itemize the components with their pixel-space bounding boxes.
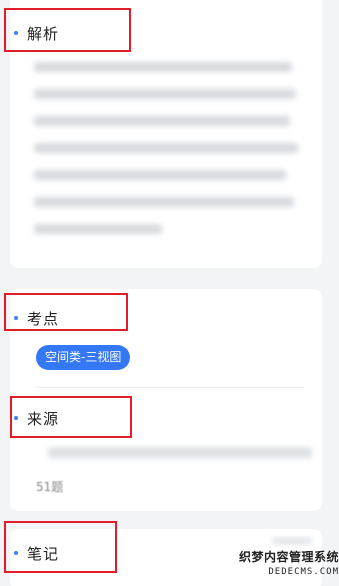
question-detail-page: 解析 考点 空间类-三视图 来源 51题 笔记 织梦内容管理系统 DEDECMS… <box>0 0 339 586</box>
notes-action-blurred[interactable] <box>272 537 312 545</box>
highlight-box <box>4 293 128 331</box>
exam-point-tag[interactable]: 空间类-三视图 <box>36 345 131 370</box>
site-watermark: 织梦内容管理系统 DEDECMS.COM <box>226 548 339 586</box>
section-divider <box>36 387 304 388</box>
analysis-text-blurred <box>34 62 298 251</box>
highlight-box <box>4 8 131 52</box>
watermark-line2: DEDECMS.COM <box>268 567 339 577</box>
highlight-box <box>10 396 132 438</box>
source-text-blurred[interactable] <box>48 447 312 458</box>
source-question-count: 51题 <box>36 480 64 494</box>
watermark-line1: 织梦内容管理系统 <box>238 550 339 564</box>
highlight-box <box>4 521 117 573</box>
